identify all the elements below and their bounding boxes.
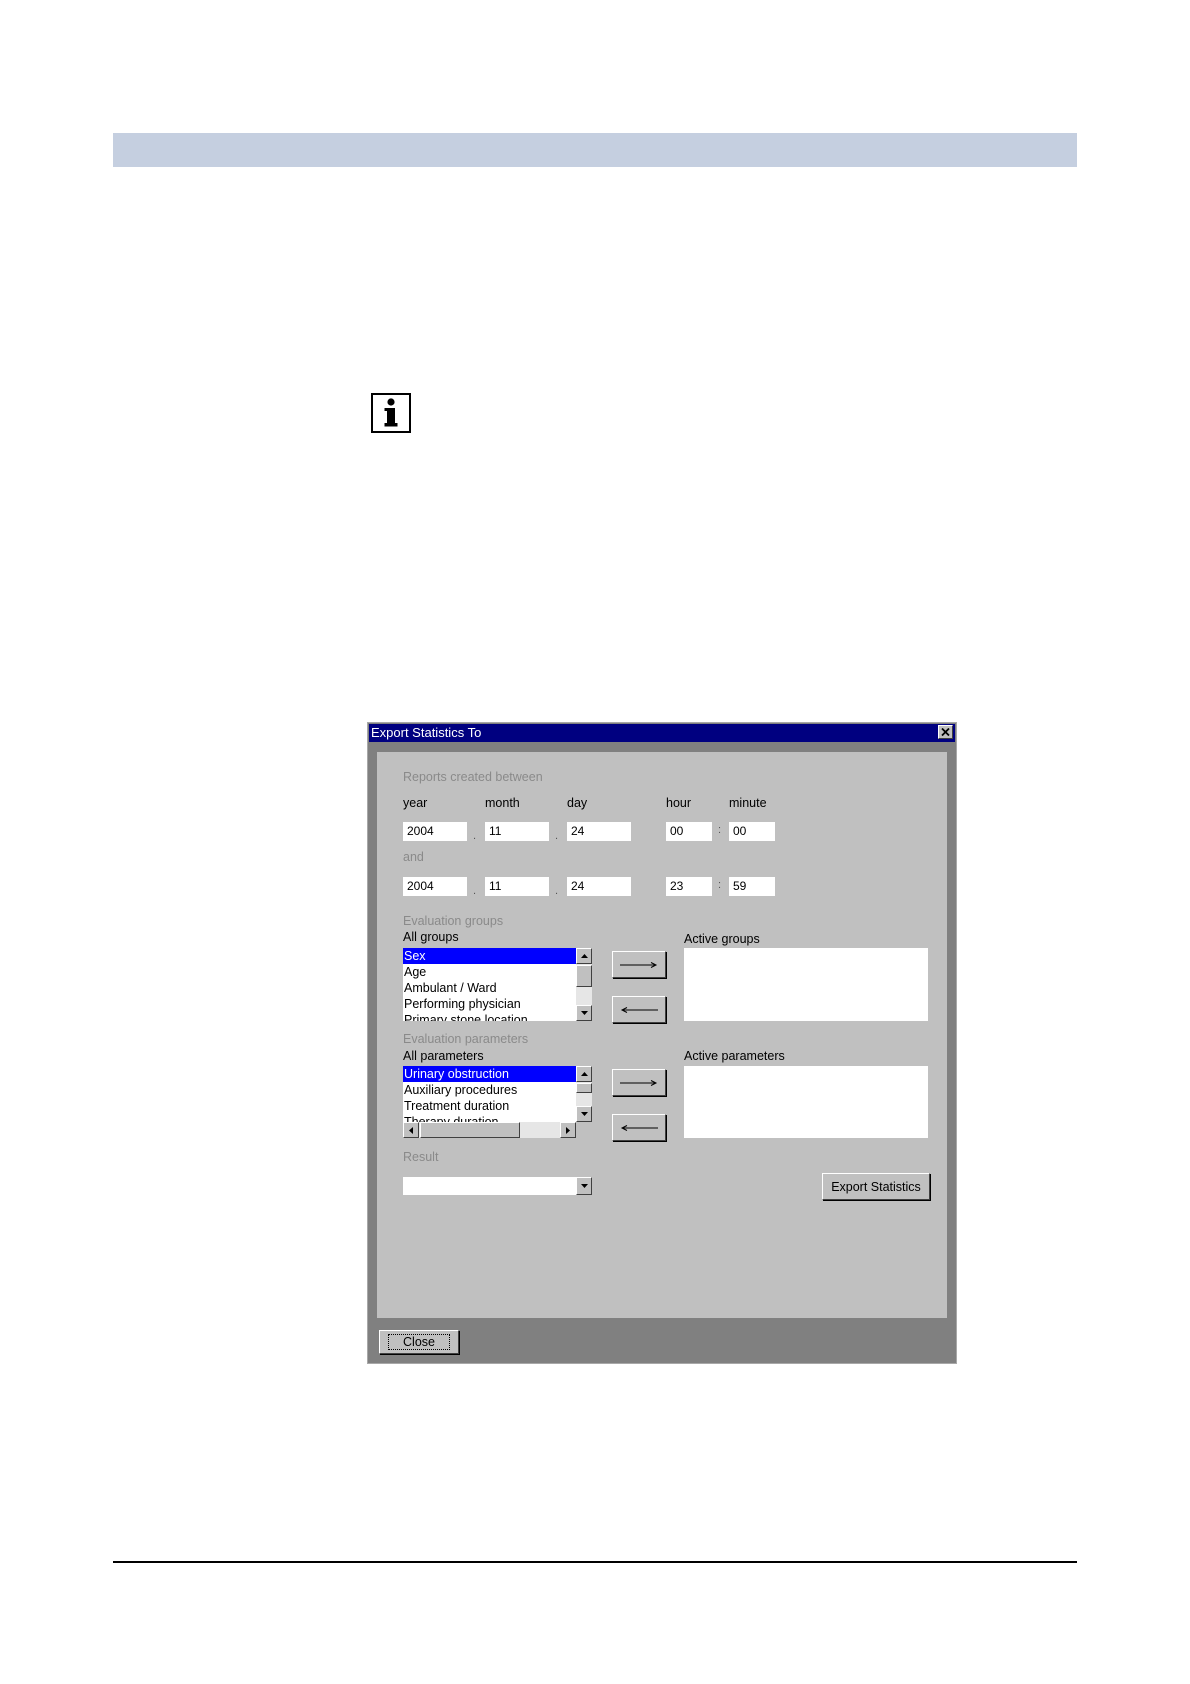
parameters-hscrollbar[interactable] [403, 1122, 576, 1138]
close-button[interactable]: Close [379, 1330, 459, 1354]
active-groups-label: Active groups [684, 932, 760, 946]
close-button-label: Close [388, 1334, 450, 1350]
date-separator: . [473, 830, 477, 842]
info-icon [371, 393, 411, 433]
end-day-field[interactable]: 24 [567, 877, 631, 896]
start-minute-field[interactable]: 00 [729, 822, 775, 841]
all-groups-list[interactable]: Sex Age Ambulant / Ward Performing physi… [403, 948, 576, 1021]
date-separator: . [555, 830, 559, 842]
parameters-scrollbar[interactable] [576, 1066, 592, 1122]
result-value [403, 1179, 406, 1193]
end-hour-field[interactable]: 23 [666, 877, 712, 896]
result-dropdown[interactable] [403, 1177, 576, 1195]
active-parameters-label: Active parameters [684, 1049, 785, 1063]
page-footer-rule [113, 1561, 1077, 1563]
time-separator: : [718, 879, 722, 891]
scroll-up-icon[interactable] [576, 948, 592, 964]
year-label: year [403, 796, 428, 810]
month-label: month [485, 796, 520, 810]
start-month-field[interactable]: 11 [485, 822, 549, 841]
evaluation-parameters-label: Evaluation parameters [403, 1032, 529, 1046]
scroll-up-icon[interactable] [576, 1066, 592, 1082]
export-statistics-dialog: Export Statistics To Reports created bet… [367, 722, 957, 1364]
start-year-field[interactable]: 2004 [403, 822, 467, 841]
add-group-button[interactable] [612, 951, 666, 978]
right-arrow-icon [620, 961, 658, 968]
result-label: Result [403, 1150, 439, 1164]
evaluation-groups-label: Evaluation groups [403, 914, 504, 928]
list-item[interactable]: Treatment duration [403, 1098, 576, 1114]
add-parameter-button[interactable] [612, 1069, 666, 1096]
and-label: and [403, 850, 424, 864]
scroll-right-icon[interactable] [560, 1122, 576, 1138]
scroll-thumb[interactable] [576, 1083, 592, 1093]
page-header-bar [113, 133, 1077, 167]
start-day-field[interactable]: 24 [567, 822, 631, 841]
minute-label: minute [729, 796, 767, 810]
start-hour-field[interactable]: 00 [666, 822, 712, 841]
active-parameters-list[interactable] [684, 1066, 928, 1138]
scroll-down-icon[interactable] [576, 1106, 592, 1122]
chevron-down-icon[interactable] [576, 1177, 592, 1195]
remove-parameter-button[interactable] [612, 1114, 666, 1141]
scroll-left-icon[interactable] [403, 1122, 419, 1138]
end-month-field[interactable]: 11 [485, 877, 549, 896]
all-parameters-list[interactable]: Urinary obstruction Auxiliary procedures… [403, 1066, 576, 1122]
list-item[interactable]: Performing physician [403, 996, 576, 1012]
reports-created-label: Reports created between [403, 770, 543, 784]
day-label: day [567, 796, 588, 810]
end-year-field[interactable]: 2004 [403, 877, 467, 896]
date-separator: . [473, 885, 477, 897]
export-statistics-button[interactable]: Export Statistics [822, 1173, 930, 1200]
end-minute-field[interactable]: 59 [729, 877, 775, 896]
close-icon[interactable] [938, 725, 953, 739]
all-groups-label: All groups [403, 930, 459, 944]
right-arrow-icon [620, 1079, 658, 1086]
groups-scrollbar[interactable] [576, 948, 592, 1021]
scroll-thumb[interactable] [576, 965, 592, 987]
list-item[interactable]: Sex [403, 948, 576, 964]
time-separator: : [718, 824, 722, 836]
scroll-thumb[interactable] [420, 1122, 520, 1138]
export-statistics-label: Export Statistics [831, 1179, 921, 1194]
list-item[interactable]: Primary stone location [403, 1012, 576, 1021]
all-parameters-label: All parameters [403, 1049, 484, 1063]
scroll-down-icon[interactable] [576, 1005, 592, 1021]
list-item[interactable]: Auxiliary procedures [403, 1082, 576, 1098]
active-groups-list[interactable] [684, 948, 928, 1021]
dialog-title-bar: Export Statistics To [369, 724, 955, 742]
list-item[interactable]: Ambulant / Ward [403, 980, 576, 996]
left-arrow-icon [620, 1124, 658, 1131]
list-item[interactable]: Therapy duration [403, 1114, 576, 1122]
dialog-panel: Reports created between year month day h… [377, 752, 947, 1318]
hour-label: hour [666, 796, 692, 810]
dialog-title: Export Statistics To [371, 725, 482, 740]
list-item[interactable]: Age [403, 964, 576, 980]
left-arrow-icon [620, 1006, 658, 1013]
date-separator: . [555, 885, 559, 897]
list-item[interactable]: Urinary obstruction [403, 1066, 576, 1082]
remove-group-button[interactable] [612, 996, 666, 1023]
